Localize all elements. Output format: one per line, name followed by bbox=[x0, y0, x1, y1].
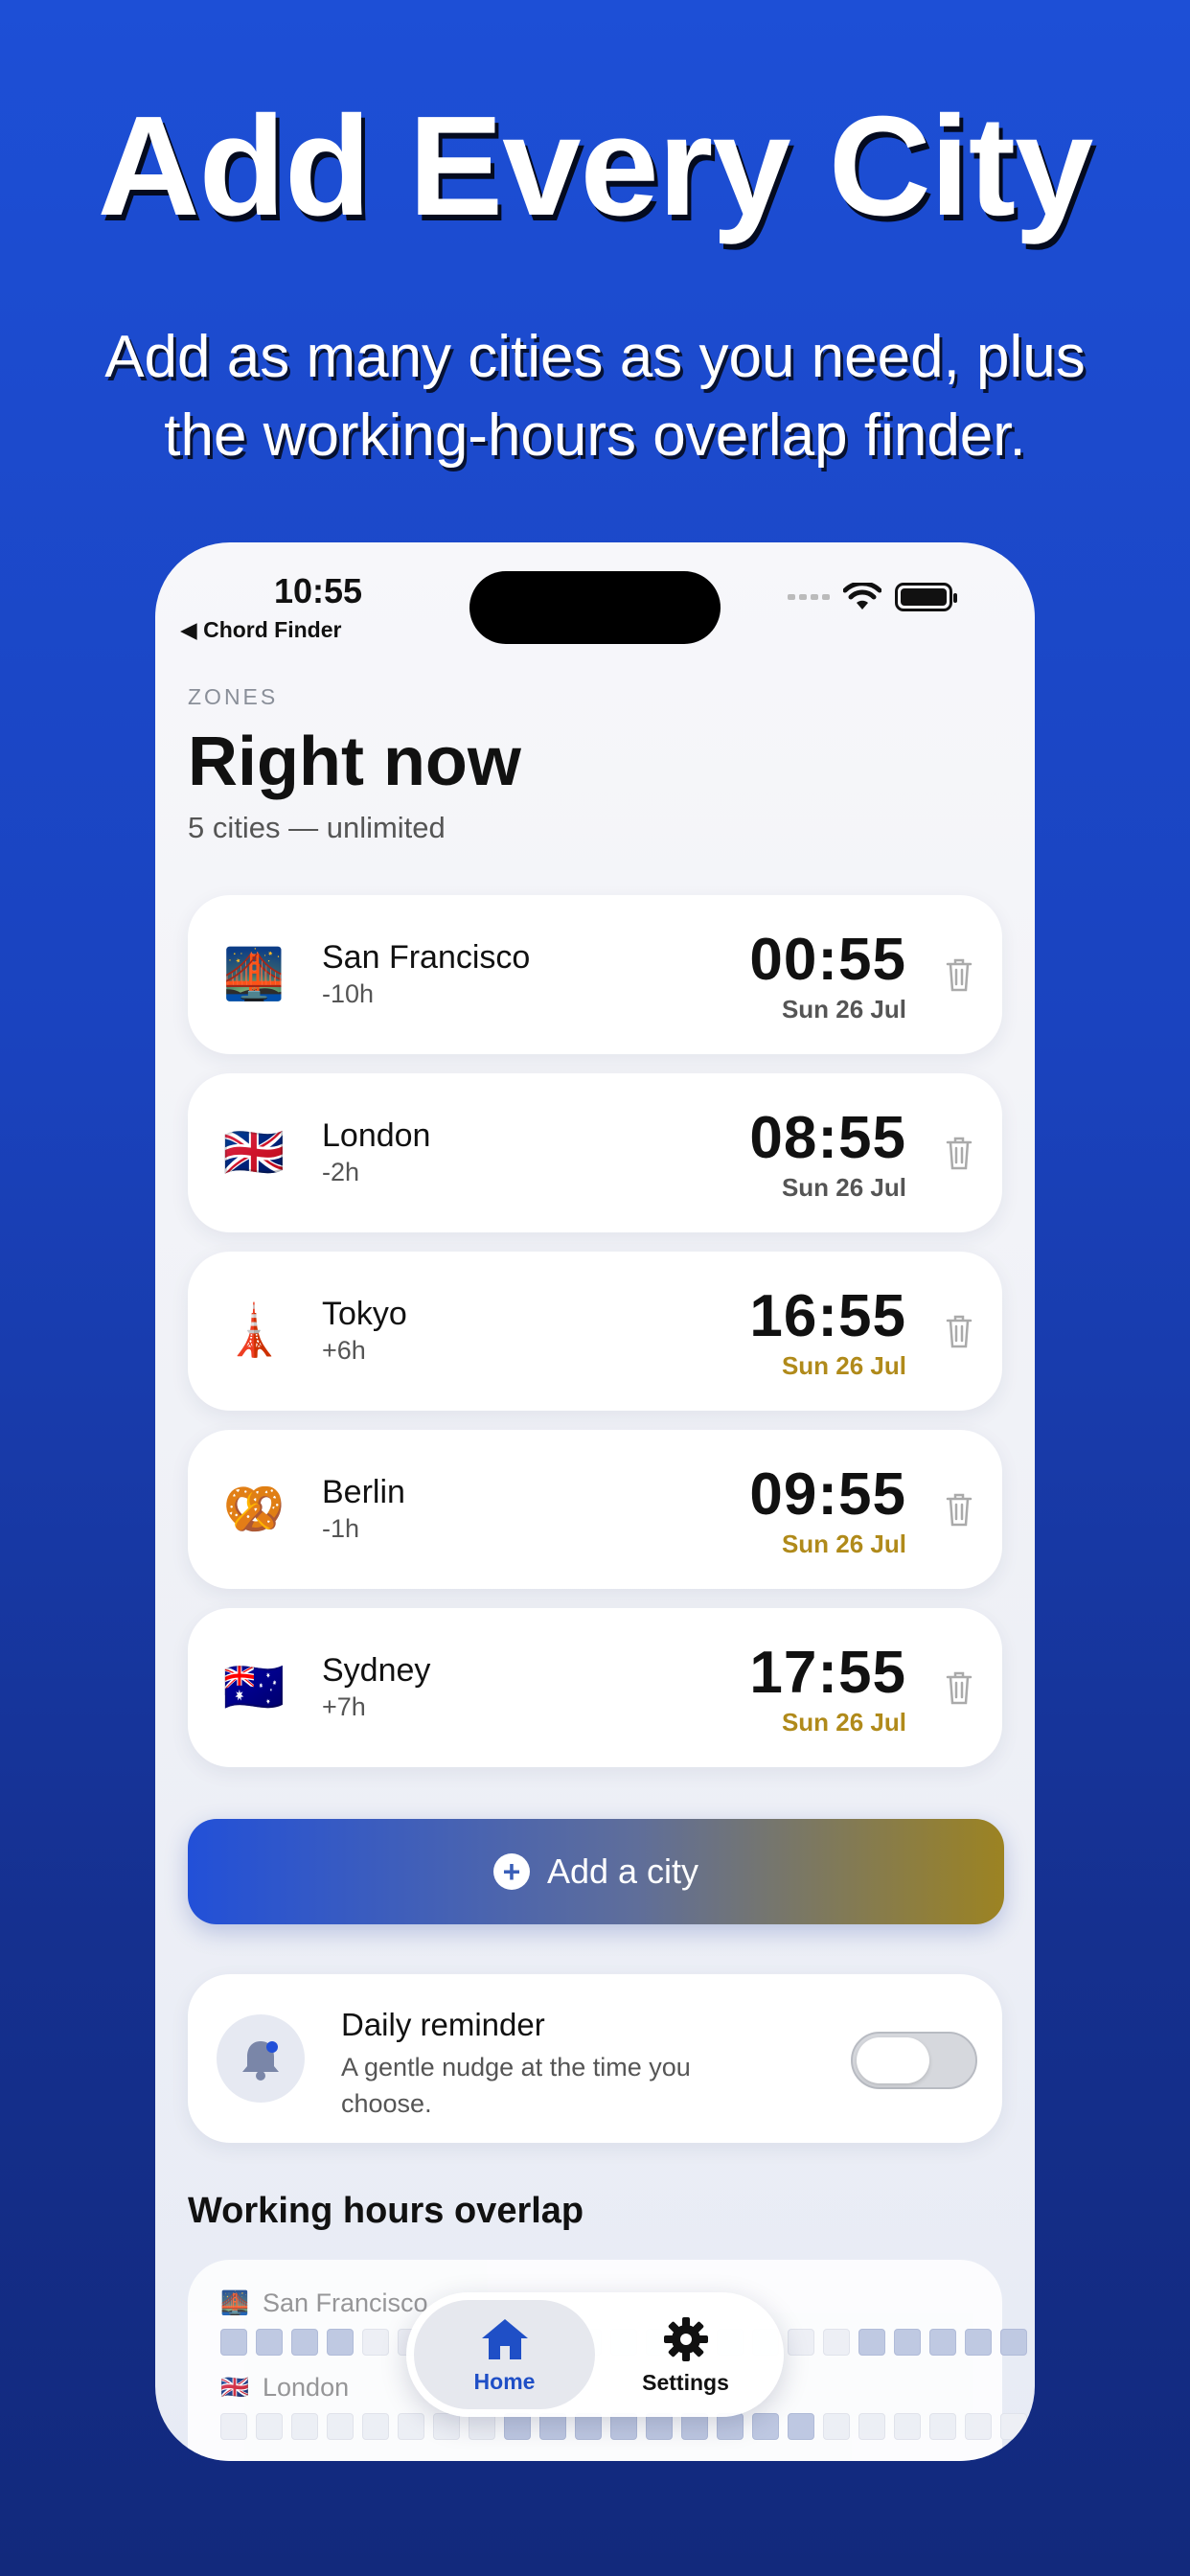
reminder-subtitle: A gentle nudge at the time you choose. bbox=[341, 2053, 691, 2118]
city-card[interactable]: 🗼 Tokyo +6h 16:55 Sun 26 Jul bbox=[188, 1252, 1002, 1411]
back-link[interactable]: ◀ Chord Finder bbox=[180, 617, 341, 643]
city-date: Sun 26 Jul bbox=[781, 1708, 906, 1736]
city-card[interactable]: 🇦🇺 Sydney +7h 17:55 Sun 26 Jul bbox=[188, 1608, 1002, 1767]
daily-reminder-card: Daily reminder A gentle nudge at the tim… bbox=[188, 1974, 1002, 2143]
plus-circle-icon: + bbox=[492, 1853, 530, 1890]
city-flag-icon: 🇦🇺 bbox=[222, 1660, 286, 1715]
phone-screen: 10:55 ◀ Chord Finder ZONES Right now 5 c… bbox=[155, 542, 1035, 2461]
city-name: London bbox=[322, 1117, 431, 1154]
city-offset: -10h bbox=[322, 979, 375, 1008]
add-city-button[interactable]: + Add a city bbox=[188, 1819, 1004, 1924]
city-time: 09:55 bbox=[749, 1461, 906, 1528]
city-offset: -2h bbox=[322, 1158, 360, 1186]
wifi-icon bbox=[843, 583, 881, 610]
city-card[interactable]: 🇬🇧 London -2h 08:55 Sun 26 Jul bbox=[188, 1073, 1002, 1232]
city-name: Berlin bbox=[322, 1474, 405, 1510]
trash-icon[interactable] bbox=[945, 956, 973, 993]
city-flag-icon: 🇬🇧 bbox=[220, 2374, 249, 2401]
status-time: 10:55 bbox=[274, 571, 363, 610]
signal-icon bbox=[788, 594, 830, 600]
city-card[interactable]: 🌉 San Francisco -10h 00:55 Sun 26 Jul bbox=[188, 895, 1002, 1054]
trash-icon[interactable] bbox=[945, 1669, 973, 1706]
section-label: ZONES bbox=[188, 684, 279, 709]
overlap-row: 🇬🇧 London bbox=[220, 2373, 349, 2403]
city-offset: +6h bbox=[322, 1336, 366, 1365]
overlap-city-name: San Francisco bbox=[263, 2288, 428, 2317]
trash-icon[interactable] bbox=[945, 1491, 973, 1528]
home-icon bbox=[481, 2318, 528, 2359]
overlap-city-name: London bbox=[263, 2373, 350, 2402]
tab-home-label: Home bbox=[473, 2368, 536, 2394]
trash-icon[interactable] bbox=[945, 1313, 973, 1349]
overlap-hours-row bbox=[220, 2413, 1035, 2440]
city-date: Sun 26 Jul bbox=[781, 995, 906, 1024]
city-time: 08:55 bbox=[749, 1105, 906, 1171]
trash-icon[interactable] bbox=[945, 1135, 973, 1171]
tab-settings-label: Settings bbox=[642, 2369, 729, 2395]
page-title: Right now bbox=[188, 724, 521, 800]
city-card[interactable]: 🥨 Berlin -1h 09:55 Sun 26 Jul bbox=[188, 1430, 1002, 1589]
tab-settings[interactable]: Settings bbox=[595, 2300, 776, 2409]
city-flag-icon: 🗼 bbox=[222, 1303, 286, 1359]
add-city-label: Add a city bbox=[546, 1852, 699, 1891]
bell-icon bbox=[217, 2014, 305, 2103]
city-time: 17:55 bbox=[749, 1640, 906, 1706]
overlap-row: 🌉 San Francisco bbox=[220, 2288, 428, 2318]
city-name: Tokyo bbox=[322, 1296, 407, 1332]
battery-icon bbox=[895, 583, 957, 611]
promo-subhead: Add as many cities as you need, plus the… bbox=[104, 324, 1086, 469]
city-flag-icon: 🌉 bbox=[220, 2289, 249, 2316]
city-offset: +7h bbox=[322, 1692, 366, 1721]
city-name: Sydney bbox=[322, 1652, 431, 1689]
city-time: 16:55 bbox=[749, 1283, 906, 1349]
tab-home[interactable]: Home bbox=[414, 2300, 595, 2409]
toggle-knob bbox=[857, 2037, 929, 2083]
dynamic-island bbox=[469, 571, 721, 644]
promo-headline: Add Every City bbox=[97, 87, 1094, 245]
tab-bar: Home Settings bbox=[406, 2292, 784, 2417]
city-offset: -1h bbox=[322, 1514, 360, 1543]
city-date: Sun 26 Jul bbox=[781, 1530, 906, 1558]
reminder-toggle[interactable] bbox=[851, 2032, 977, 2089]
city-date: Sun 26 Jul bbox=[781, 1351, 906, 1380]
city-time: 00:55 bbox=[749, 927, 906, 993]
city-flag-icon: 🇬🇧 bbox=[222, 1125, 286, 1181]
city-flag-icon: 🥨 bbox=[222, 1482, 286, 1537]
status-icons bbox=[788, 583, 957, 611]
page-subtitle: 5 cities — unlimited bbox=[188, 811, 446, 844]
city-name: San Francisco bbox=[322, 939, 531, 976]
city-flag-icon: 🌉 bbox=[222, 947, 286, 1002]
gear-icon bbox=[663, 2316, 708, 2361]
reminder-title: Daily reminder bbox=[341, 2007, 545, 2042]
city-date: Sun 26 Jul bbox=[781, 1173, 906, 1202]
overlap-title: Working hours overlap bbox=[188, 2191, 584, 2231]
